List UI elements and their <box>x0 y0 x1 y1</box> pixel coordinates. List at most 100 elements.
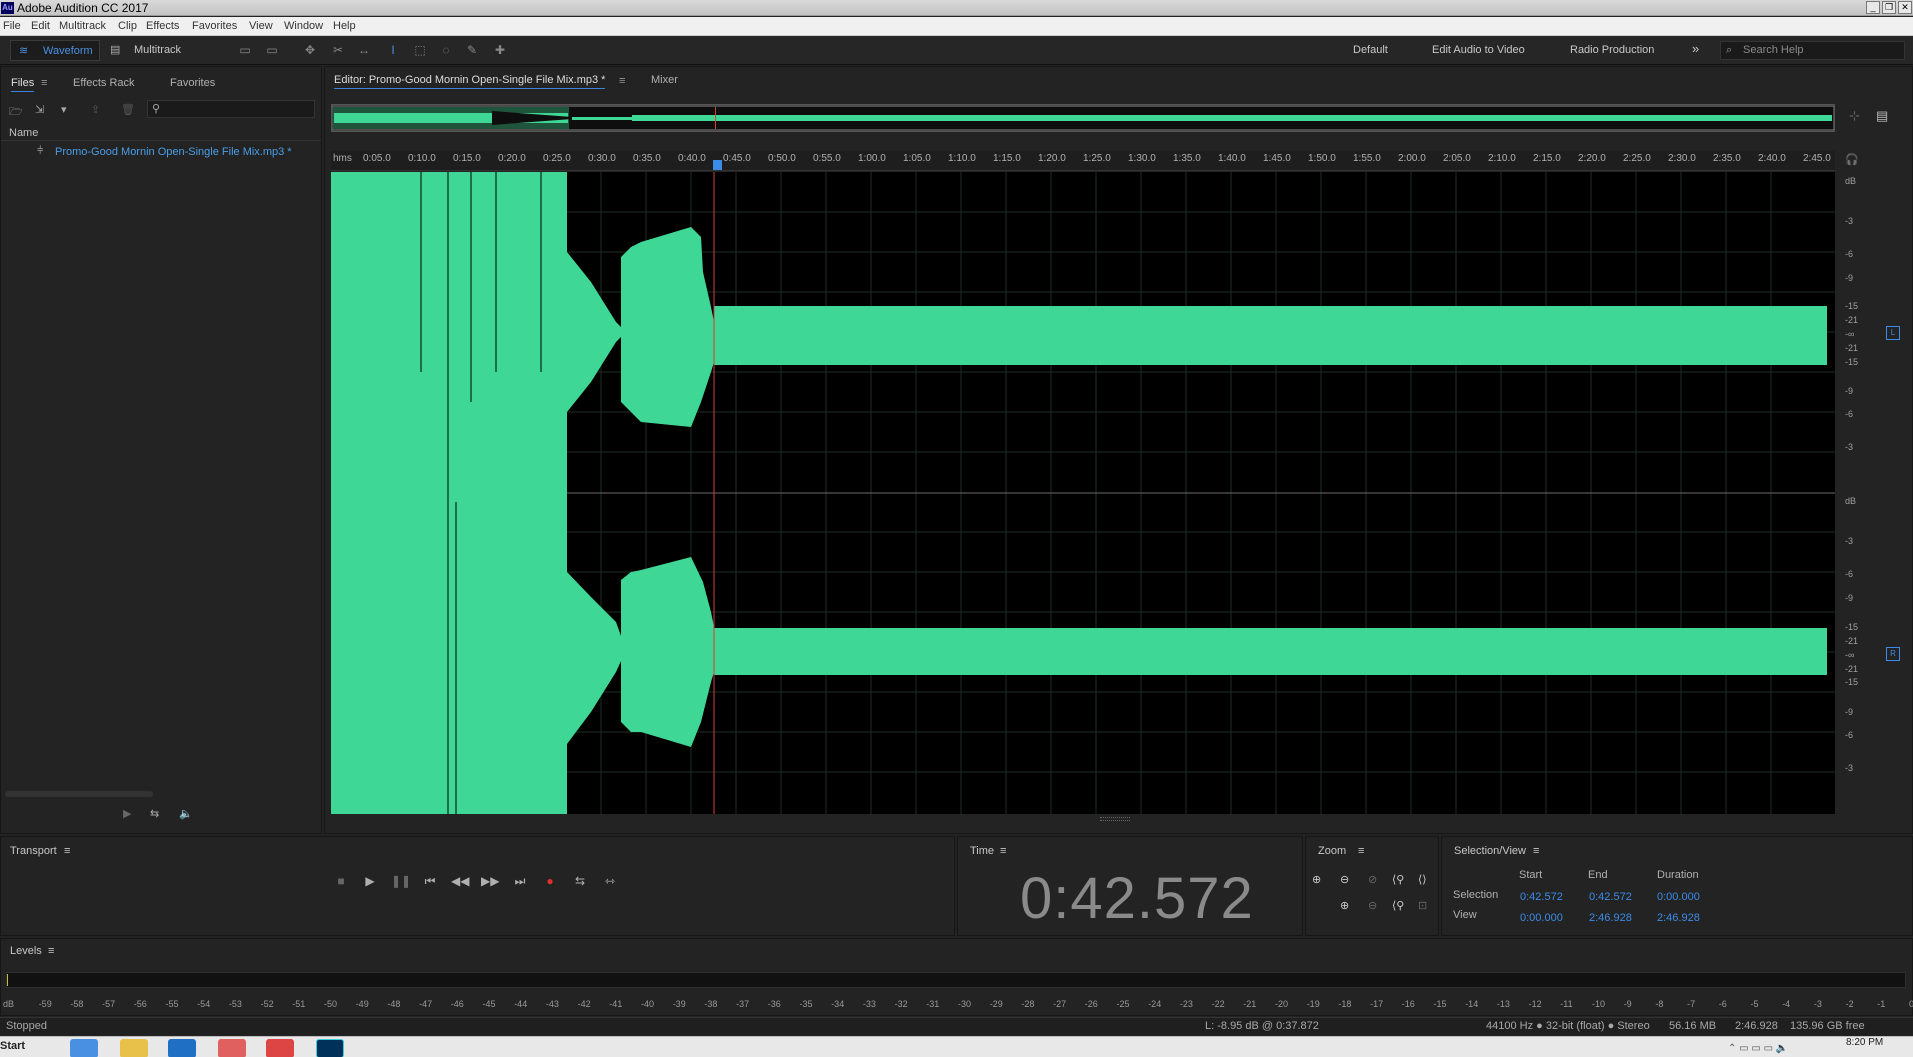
left-channel-toggle[interactable]: L <box>1886 326 1900 340</box>
view-duration-field[interactable]: 2:46.928 <box>1657 912 1700 924</box>
spot-healing-tool-icon[interactable]: ✚ <box>492 42 508 58</box>
view-start-field[interactable]: 0:00.000 <box>1520 912 1563 924</box>
tab-files[interactable]: Files <box>11 77 35 92</box>
outlook-icon[interactable] <box>168 1039 196 1057</box>
skip-selection-button[interactable]: ⇿ <box>601 872 619 890</box>
channel-map-icon[interactable]: ▤ <box>1876 108 1888 124</box>
internet-explorer-icon[interactable] <box>70 1039 98 1057</box>
menu-view[interactable]: View <box>249 20 273 32</box>
files-panel-menu-icon[interactable]: ≡ <box>41 77 47 89</box>
name-column-header[interactable]: Name <box>9 127 38 139</box>
slip-tool-icon[interactable]: ↔ <box>356 42 372 58</box>
selection-duration-field[interactable]: 0:00.000 <box>1657 891 1700 903</box>
restore-button[interactable]: ❐ <box>1882 1 1896 14</box>
headphones-icon[interactable]: 🎧 <box>1845 153 1859 166</box>
time-display[interactable]: 0:42.572 <box>1020 865 1254 932</box>
loop-playback-button[interactable]: ⇆ <box>571 872 589 890</box>
go-to-end-button[interactable]: ⏭ <box>511 872 529 890</box>
lasso-tool-icon[interactable]: ◌ <box>438 42 454 58</box>
insert-icon[interactable]: ⇪ <box>91 103 100 116</box>
files-horizontal-scrollbar[interactable] <box>5 791 153 797</box>
time-menu-icon[interactable]: ≡ <box>1000 845 1006 857</box>
pause-button[interactable]: ❚❚ <box>391 872 411 890</box>
move-tool-icon[interactable]: ✥ <box>302 42 318 58</box>
stop-button[interactable]: ■ <box>332 872 350 890</box>
more-workspaces-button[interactable]: » <box>1692 41 1699 56</box>
open-file-icon[interactable]: 🗁 <box>9 103 23 122</box>
brush-tool-icon[interactable]: ✎ <box>464 42 480 58</box>
file-explorer-icon[interactable] <box>120 1039 148 1057</box>
zoom-in-time-icon[interactable]: ⟨⚲ <box>1392 873 1404 886</box>
tab-favorites[interactable]: Favorites <box>170 77 215 89</box>
minimize-button[interactable]: _ <box>1866 1 1880 14</box>
zoom-menu-icon[interactable]: ≡ <box>1358 845 1364 857</box>
start-button[interactable]: Start <box>0 1040 25 1052</box>
playhead-handle[interactable] <box>713 160 722 170</box>
menu-edit[interactable]: Edit <box>31 20 50 32</box>
tab-mixer[interactable]: Mixer <box>651 74 678 86</box>
files-loop-icon[interactable]: ⇆ <box>150 807 159 820</box>
spectral-pitch-icon[interactable]: ▭ <box>264 42 280 58</box>
delete-icon[interactable]: 🗑 <box>121 103 135 116</box>
selection-start-field[interactable]: 0:42.572 <box>1520 891 1563 903</box>
menu-effects[interactable]: Effects <box>146 20 179 32</box>
level-scale-tick: -40 <box>641 999 655 1009</box>
menu-help[interactable]: Help <box>333 20 356 32</box>
search-help-input[interactable]: ⌕ Search Help <box>1720 41 1905 60</box>
multitrack-view-button[interactable]: ▤ Multitrack <box>106 40 196 61</box>
zoom-in-amplitude-icon[interactable]: ⊕ <box>1312 873 1321 886</box>
close-button[interactable]: ✕ <box>1898 1 1912 14</box>
zoom-reset-icon[interactable]: ⊘ <box>1368 873 1377 886</box>
transport-menu-icon[interactable]: ≡ <box>64 845 70 857</box>
menu-favorites[interactable]: Favorites <box>192 20 237 32</box>
tray-icons[interactable]: ⌃ ▭ ▭ ▭ 🔈 <box>1728 1043 1788 1054</box>
record-button[interactable]: ● <box>541 872 559 890</box>
play-button[interactable]: ▶ <box>361 872 379 890</box>
view-end-field[interactable]: 2:46.928 <box>1589 912 1632 924</box>
time-selection-tool-icon[interactable]: I <box>385 42 401 58</box>
zoom-to-fit-icon[interactable]: ⊡ <box>1418 899 1427 912</box>
selection-end-field[interactable]: 0:42.572 <box>1589 891 1632 903</box>
zoom-out-full-icon[interactable]: ⟨⟩ <box>1418 873 1427 886</box>
rewind-button[interactable]: ◀◀ <box>451 872 469 890</box>
menu-file[interactable]: File <box>3 20 21 32</box>
workspace-default[interactable]: Default <box>1353 44 1388 56</box>
clock[interactable]: 8:20 PM <box>1846 1037 1883 1048</box>
new-file-icon[interactable]: ▾ <box>61 103 67 116</box>
files-play-icon[interactable]: ▶ <box>123 807 131 820</box>
right-channel-toggle[interactable]: R <box>1886 647 1900 661</box>
editor-resize-handle[interactable] <box>1100 817 1130 821</box>
waveform-view-button[interactable]: ≋ Waveform <box>10 40 100 61</box>
spectral-frequency-icon[interactable]: ▭ <box>237 42 253 58</box>
time-ruler[interactable]: hms 0:05.0 0:10.0 0:15.0 0:20.0 0:25.0 0… <box>331 151 1835 171</box>
fast-forward-button[interactable]: ▶▶ <box>481 872 499 890</box>
zoom-out-point-icon[interactable]: ⊖ <box>1368 899 1377 912</box>
selection-view-menu-icon[interactable]: ≡ <box>1533 845 1539 857</box>
chrome-icon[interactable] <box>266 1039 294 1057</box>
workspace-radio-production[interactable]: Radio Production <box>1570 44 1654 56</box>
zoom-in-point-icon[interactable]: ⊕ <box>1340 899 1349 912</box>
menu-window[interactable]: Window <box>284 20 323 32</box>
app-icon[interactable] <box>218 1039 246 1057</box>
tab-editor[interactable]: Editor: Promo-Good Mornin Open-Single Fi… <box>334 74 606 89</box>
audition-taskbar-icon[interactable] <box>316 1039 344 1057</box>
menu-multitrack[interactable]: Multitrack <box>59 20 106 32</box>
files-autoplay-icon[interactable]: 🔈 <box>179 807 193 820</box>
tab-effects-rack[interactable]: Effects Rack <box>73 77 135 89</box>
file-list-item[interactable]: ⫩ Promo-Good Mornin Open-Single File Mix… <box>1 145 321 161</box>
go-to-start-button[interactable]: ⏮ <box>421 872 439 890</box>
zoom-out-amplitude-icon[interactable]: ⊖ <box>1340 873 1349 886</box>
menu-clip[interactable]: Clip <box>118 20 137 32</box>
levels-menu-icon[interactable]: ≡ <box>48 945 54 957</box>
tick-1-55: 1:55.0 <box>1353 153 1381 164</box>
marquee-tool-icon[interactable]: ⬚ <box>412 42 428 58</box>
zoom-selection-icon[interactable]: ⟨⚲ <box>1392 899 1404 912</box>
razor-tool-icon[interactable]: ✂ <box>330 42 346 58</box>
waveform-overview[interactable] <box>331 104 1835 132</box>
editor-panel-menu-icon[interactable]: ≡ <box>619 75 625 87</box>
files-search-input[interactable]: ⚲ <box>147 100 315 118</box>
waveform-display[interactable] <box>331 172 1835 814</box>
workspace-edit-audio-to-video[interactable]: Edit Audio to Video <box>1432 44 1525 56</box>
zoom-to-selection-icon[interactable]: ⊹ <box>1849 108 1860 124</box>
import-file-icon[interactable]: ⇲ <box>35 103 44 116</box>
